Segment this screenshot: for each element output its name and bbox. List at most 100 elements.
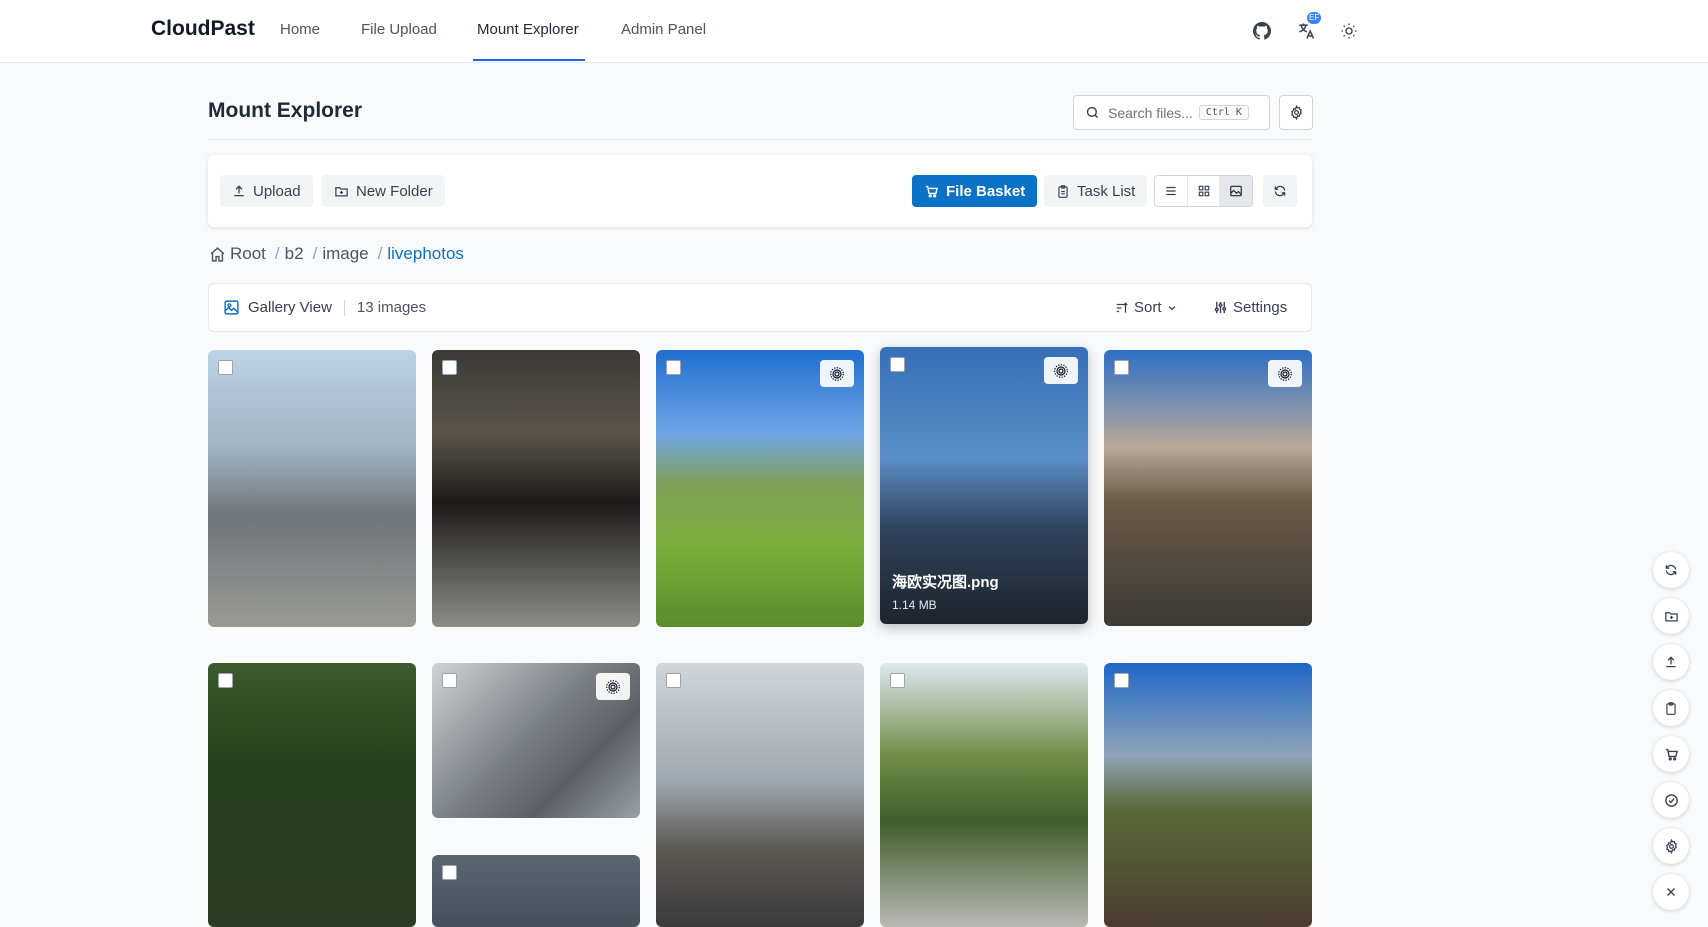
refresh-icon	[1665, 564, 1677, 576]
breadcrumb-root[interactable]: Root	[230, 244, 266, 264]
refresh-button[interactable]	[1263, 175, 1297, 207]
page-title: Mount Explorer	[208, 99, 363, 122]
top-navbar: CloudPast Home File Upload Mount Explore…	[0, 0, 1708, 63]
task-list-button[interactable]: Task List	[1044, 175, 1148, 207]
language-badge: EF	[1307, 12, 1322, 24]
grid-icon	[1198, 185, 1209, 197]
file-basket-button[interactable]: File Basket	[912, 175, 1038, 207]
gallery-tile[interactable]	[880, 663, 1088, 927]
breadcrumb: Root / b2 / image / livephotos	[209, 244, 464, 264]
gear-icon	[1290, 105, 1302, 120]
explorer-toolbar: Upload New Folder File Basket Task List	[208, 155, 1312, 227]
gallery-tile[interactable]	[432, 350, 640, 627]
select-checkbox[interactable]	[218, 360, 233, 375]
upload-icon	[234, 185, 244, 197]
live-photo-icon	[1044, 357, 1078, 384]
nav-link-home[interactable]: Home	[280, 21, 320, 38]
search-input[interactable]: Search files... Ctrl K	[1073, 95, 1270, 130]
select-checkbox[interactable]	[218, 673, 233, 688]
photo-thumbnail	[656, 350, 864, 627]
task-list-button-label: Task List	[1077, 182, 1136, 200]
file-name: 海欧实况图.png	[892, 574, 999, 591]
github-icon[interactable]	[1249, 18, 1275, 44]
theme-sun-icon[interactable]	[1336, 18, 1362, 44]
brand-logo[interactable]: CloudPast	[151, 17, 255, 41]
gallery-tile[interactable]	[432, 663, 640, 818]
photo-thumbnail	[432, 350, 640, 627]
gallery-tile[interactable]	[432, 855, 640, 927]
float-basket-button[interactable]	[1653, 736, 1689, 772]
gallery-tile[interactable]	[1104, 350, 1312, 626]
folder-plus-icon	[335, 186, 348, 196]
gallery-tile[interactable]	[208, 663, 416, 927]
gallery-tile[interactable]	[1104, 663, 1312, 927]
select-checkbox[interactable]	[1114, 360, 1129, 375]
chevron-down-icon	[1168, 305, 1175, 310]
float-select-button[interactable]	[1653, 782, 1689, 818]
file-size: 1.14 MB	[892, 598, 937, 612]
upload-icon	[1666, 656, 1676, 668]
title-divider	[208, 139, 1312, 140]
breadcrumb-livephotos[interactable]: livephotos	[387, 244, 464, 264]
photo-thumbnail	[880, 663, 1088, 927]
grid-view-button[interactable]	[1188, 176, 1221, 206]
nav-link-admin-panel[interactable]: Admin Panel	[621, 21, 706, 38]
nav-link-mount-explorer[interactable]: Mount Explorer	[477, 21, 579, 38]
sort-label: Sort	[1134, 299, 1162, 316]
translate-icon[interactable]: EF	[1293, 12, 1322, 44]
gallery-tile[interactable]	[656, 350, 864, 627]
select-checkbox[interactable]	[666, 673, 681, 688]
gallery-settings-label: Settings	[1233, 299, 1288, 316]
close-icon	[1667, 888, 1675, 896]
gallery-tile[interactable]: 海欧实况图.png 1.14 MB	[880, 347, 1088, 624]
float-close-button[interactable]	[1653, 874, 1689, 910]
home-icon	[210, 246, 225, 262]
new-folder-button[interactable]: New Folder	[322, 175, 445, 207]
tile-caption: 海欧实况图.png 1.14 MB	[892, 571, 999, 612]
float-task-list-button[interactable]	[1653, 690, 1689, 726]
gallery-view-label: Gallery View	[248, 299, 332, 316]
gallery-tile[interactable]	[208, 350, 416, 627]
nav-active-indicator	[473, 59, 585, 61]
select-checkbox[interactable]	[442, 865, 457, 880]
gallery-icon	[224, 300, 239, 315]
search-placeholder: Search files...	[1108, 104, 1193, 121]
search-icon	[1086, 106, 1098, 118]
gallery-view-button[interactable]	[1220, 176, 1252, 206]
select-checkbox[interactable]	[890, 357, 905, 372]
live-photo-icon	[596, 673, 630, 700]
photo-thumbnail	[656, 663, 864, 927]
photo-thumbnail	[432, 855, 640, 927]
floating-action-bar	[1653, 552, 1689, 920]
breadcrumb-image[interactable]: image	[322, 244, 368, 264]
nav-link-file-upload[interactable]: File Upload	[361, 21, 437, 38]
search-settings-button[interactable]	[1279, 95, 1313, 130]
gallery-tile[interactable]	[656, 663, 864, 927]
select-checkbox[interactable]	[890, 673, 905, 688]
sort-button[interactable]: Sort	[1115, 299, 1183, 316]
clipboard-icon	[1666, 701, 1676, 715]
float-new-folder-button[interactable]	[1653, 598, 1689, 634]
view-mode-toggle	[1154, 175, 1253, 207]
select-checkbox[interactable]	[666, 360, 681, 375]
new-folder-button-label: New Folder	[356, 182, 433, 200]
upload-button-label: Upload	[253, 182, 301, 200]
float-upload-button[interactable]	[1653, 644, 1689, 680]
upload-button[interactable]: Upload	[220, 175, 313, 207]
breadcrumb-b2[interactable]: b2	[285, 244, 304, 264]
select-checkbox[interactable]	[442, 673, 457, 688]
float-refresh-button[interactable]	[1653, 552, 1689, 588]
gallery-settings-button[interactable]: Settings	[1213, 299, 1287, 316]
select-checkbox[interactable]	[442, 360, 457, 375]
live-photo-icon	[1268, 360, 1302, 387]
image-icon	[1230, 185, 1243, 197]
list-view-button[interactable]	[1155, 176, 1188, 206]
image-count: 13 images	[356, 299, 427, 316]
photo-thumbnail	[208, 350, 416, 627]
sort-icon	[1116, 301, 1128, 313]
folder-plus-icon	[1664, 611, 1678, 621]
photo-thumbnail	[1104, 663, 1312, 927]
select-checkbox[interactable]	[1114, 673, 1129, 688]
list-icon	[1166, 186, 1176, 196]
float-settings-button[interactable]	[1653, 828, 1689, 864]
